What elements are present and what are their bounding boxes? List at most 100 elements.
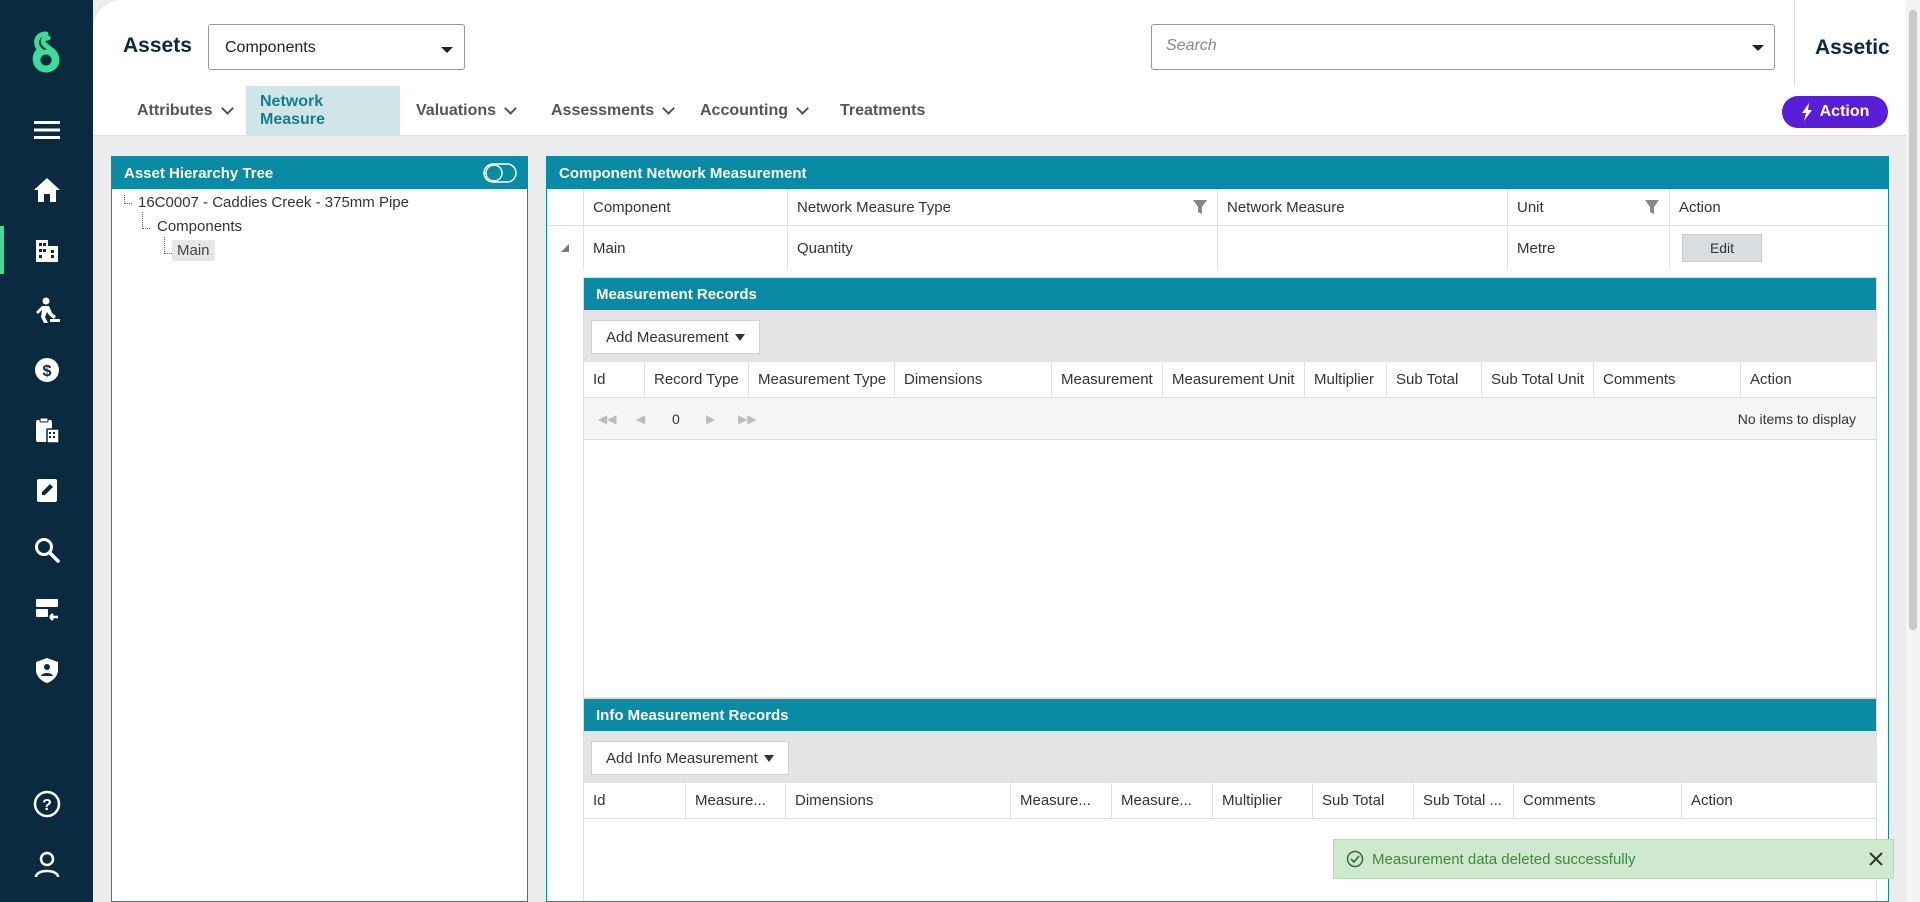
panel-header: Measurement Records [584, 278, 1876, 310]
column-header[interactable]: Component [583, 189, 787, 225]
tab-accounting[interactable]: Accounting [686, 86, 821, 136]
column-header[interactable]: Network Measure [1217, 189, 1507, 225]
top-header: Assets Components Assetic [93, 0, 1920, 86]
column-header-label: Network Measure Type [797, 198, 951, 216]
sidebar-item-profile[interactable] [0, 836, 93, 892]
chevron-down-icon [220, 102, 234, 115]
column-header[interactable]: Multiplier [1304, 362, 1386, 397]
brand-name: Assetic [1815, 36, 1890, 59]
worker-icon [35, 297, 60, 323]
component-network-panel: Component Network Measurement Component … [546, 156, 1889, 902]
chevron-down-icon[interactable] [1752, 45, 1764, 51]
sidebar-item-security[interactable] [0, 642, 93, 698]
page-number[interactable]: 0 [672, 411, 680, 427]
column-header[interactable]: Measure... [1010, 783, 1111, 818]
home-icon [33, 178, 60, 202]
page-title: Assets [123, 34, 192, 57]
filter-icon[interactable] [1193, 200, 1207, 214]
measurement-records-panel: Measurement Records Add Measurement Id R… [583, 277, 1877, 698]
dropdown-arrow-icon [734, 333, 745, 341]
sidebar-item-help[interactable]: ? [0, 776, 93, 832]
menu-button[interactable] [0, 102, 93, 158]
sidebar-item-search[interactable] [0, 522, 93, 578]
column-header[interactable]: Sub Total [1386, 362, 1481, 397]
add-info-measurement-button[interactable]: Add Info Measurement [591, 741, 789, 775]
column-header[interactable]: Comments [1513, 783, 1681, 818]
sidebar-item-import[interactable] [0, 582, 93, 638]
column-header-unit[interactable]: Unit [1507, 189, 1669, 225]
toolbar: Add Measurement [584, 310, 1876, 362]
clipboard-calculator-icon [35, 417, 60, 444]
prev-page-icon[interactable]: ◀ [636, 412, 645, 426]
assetic-logo[interactable] [22, 30, 70, 78]
tab-attributes[interactable]: Attributes [123, 86, 246, 136]
first-page-icon[interactable]: ◀◀ [598, 412, 616, 426]
search-input[interactable] [1166, 37, 1726, 55]
tab-label: Network Measure [260, 93, 325, 128]
column-header[interactable]: Sub Total Unit [1481, 362, 1593, 397]
asset-type-select[interactable]: Components [208, 24, 465, 70]
toast-message: Measurement data deleted successfully [1372, 850, 1636, 868]
column-header[interactable]: Id [584, 783, 685, 818]
edit-document-icon [36, 479, 57, 502]
page-scrollbar[interactable] [1906, 0, 1920, 902]
tab-label: Attributes [137, 102, 213, 119]
edit-button[interactable]: Edit [1682, 234, 1762, 262]
column-header[interactable]: Measure... [1111, 783, 1212, 818]
action-button[interactable]: Action [1782, 96, 1888, 128]
column-header[interactable]: Sub Total [1312, 783, 1413, 818]
tree-node-root[interactable]: 16C0007 - Caddies Creek - 375mm Pipe [138, 194, 409, 211]
asset-hierarchy-panel: Asset Hierarchy Tree 16C0007 - Caddies C… [111, 156, 528, 902]
sidebar-item-home[interactable] [0, 162, 93, 218]
close-icon[interactable] [1867, 850, 1885, 868]
menu-icon [33, 121, 60, 139]
collapse-row-button[interactable] [547, 226, 583, 270]
column-header[interactable]: Id [584, 362, 644, 397]
help-icon: ? [33, 790, 60, 818]
grid-header: Id Record Type Measurement Type Dimensio… [584, 362, 1876, 398]
column-header[interactable]: Sub Total ... [1413, 783, 1513, 818]
tree-node-main[interactable]: Main [172, 240, 215, 261]
sidebar-item-finance[interactable]: $ [0, 342, 93, 398]
sidebar-item-requests[interactable] [0, 462, 93, 518]
chevron-down-icon [504, 102, 517, 115]
column-header[interactable]: Measure... [685, 783, 785, 818]
table-cell: Quantity [787, 226, 1217, 270]
last-page-icon[interactable]: ▶▶ [738, 412, 756, 426]
scrollbar-thumb[interactable] [1909, 10, 1917, 630]
tab-label: Accounting [700, 102, 788, 119]
chevron-down-icon [441, 47, 453, 53]
sidebar-item-assets[interactable] [0, 222, 93, 278]
panel-title: Component Network Measurement [559, 164, 807, 182]
column-header-network-measure-type[interactable]: Network Measure Type [787, 189, 1217, 225]
tree-node-components[interactable]: Components [157, 218, 242, 235]
next-page-icon[interactable]: ▶ [706, 412, 715, 426]
tab-network-measure[interactable]: Network Measure [246, 86, 400, 136]
column-header[interactable]: Measurement [1051, 362, 1162, 397]
add-measurement-button[interactable]: Add Measurement [591, 320, 760, 354]
grid-header: Id Measure... Dimensions Measure... Meas… [584, 783, 1876, 819]
dropdown-arrow-icon [763, 754, 774, 762]
column-header: Action [1681, 783, 1856, 818]
sidebar-item-work[interactable] [0, 282, 93, 338]
chevron-down-icon [662, 102, 676, 115]
column-header[interactable]: Comments [1593, 362, 1740, 397]
column-header[interactable]: Dimensions [894, 362, 1051, 397]
sidebar-item-budget[interactable] [0, 402, 93, 458]
panel-title: Asset Hierarchy Tree [124, 164, 274, 182]
column-header[interactable]: Dimensions [785, 783, 1010, 818]
tab-treatments[interactable]: Treatments [826, 86, 939, 136]
svg-text:?: ? [42, 797, 52, 814]
column-header[interactable]: Measurement Type [748, 362, 894, 397]
tab-valuations[interactable]: Valuations [402, 86, 529, 136]
table-cell-action: Edit [1669, 226, 1888, 270]
import-icon [35, 599, 58, 621]
column-header[interactable]: Record Type [644, 362, 748, 397]
toggle-icon[interactable] [483, 163, 517, 183]
column-header[interactable]: Multiplier [1212, 783, 1312, 818]
column-header[interactable]: Measurement Unit [1162, 362, 1304, 397]
tab-assessments[interactable]: Assessments [537, 86, 687, 136]
column-header-label: Unit [1517, 198, 1544, 216]
search-box[interactable] [1151, 24, 1775, 70]
filter-icon[interactable] [1645, 200, 1659, 214]
